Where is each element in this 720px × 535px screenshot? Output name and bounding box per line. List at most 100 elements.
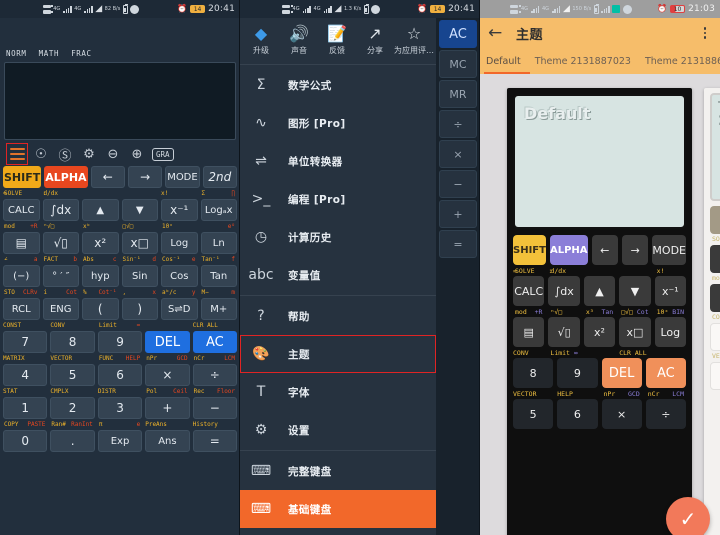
calc-key-[interactable]: √▯ [42,232,79,254]
drawer-item-计算历史[interactable]: ◷ 计算历史 [240,218,436,256]
angle-unit-badge[interactable]: GRA [152,147,174,161]
calc-key-[interactable]: − [192,397,238,419]
theme-card-next[interactable]: T2 SHISOLV CALmod ▤CO 8VEC 5 [704,88,720,535]
preview-key-log[interactable]: Log [654,317,687,347]
drawer-item-数学公式[interactable]: Σ 数学公式 [240,66,436,104]
side-key-[interactable]: × [439,140,477,168]
preview-key-x[interactable]: x² [583,317,616,347]
preview-key-del[interactable]: DEL [601,358,642,388]
side-key-[interactable]: + [439,200,477,228]
calc-key-[interactable]: (−) [3,265,40,287]
preview-next-key-[interactable]: ▤ [710,284,720,312]
calc-key-ac[interactable]: AC [192,331,238,353]
preview-key-8[interactable]: 8 [513,358,554,388]
calc-key-mode[interactable]: MODE [165,166,200,188]
quick-action-为应用评…[interactable]: ☆ 为应用评… [394,24,434,56]
drawer-item-编程 [Pro][interactable]: >_ 编程 [Pro] [240,180,436,218]
calc-key-exp[interactable]: Exp [97,430,143,452]
drawer-item-图形 [Pro][interactable]: ∿ 图形 [Pro] [240,104,436,142]
preview-key-ac[interactable]: AC [645,358,686,388]
calc-key-9[interactable]: 9 [97,331,143,353]
kebab-menu-icon[interactable] [698,27,712,39]
settings-gear-icon[interactable]: ⚙ [80,145,98,163]
calc-key-sd[interactable]: S⇌D [161,298,198,320]
calc-key-hyp[interactable]: hyp [82,265,119,287]
calc-key-[interactable]: = [192,430,238,452]
drawer-item-帮助[interactable]: ? 帮助 [240,297,436,335]
calc-key-logx[interactable]: Logₐx [200,199,237,221]
calc-key-log[interactable]: Log [161,232,198,254]
preview-next-key-8[interactable]: 8 [710,323,720,351]
quick-action-升级[interactable]: ◆ 升级 [242,24,280,56]
quick-action-分享[interactable]: ↗ 分享 [356,24,394,56]
calc-key-m[interactable]: M+ [200,298,237,320]
tab-theme-2131886956[interactable]: Theme 2131886956 [645,56,720,67]
drawer-item-设置[interactable]: ⚙ 设置 [240,411,436,449]
drawer-item-完整键盘[interactable]: ⌨ 完整键盘 [240,452,436,490]
theme-card-default[interactable]: Default SHIFT ALPHA ← → MODE = SOLVE: d/dx x! CAL… [507,88,692,535]
drawer-item-单位转换器[interactable]: ⇌ 单位转换器 [240,142,436,180]
zoom-in-icon[interactable]: ⊕ [128,145,146,163]
calc-key-dx[interactable]: ∫dx [42,199,79,221]
preview-key-[interactable]: ← [591,235,618,265]
calc-key-[interactable]: × [145,364,190,386]
quick-action-反馈[interactable]: 📝 反馈 [318,24,356,56]
hamburger-icon[interactable] [6,143,28,165]
confirm-fab-button[interactable]: ✓ [666,497,710,535]
drawer-item-字体[interactable]: T 字体 [240,373,436,411]
calc-key-alpha[interactable]: ALPHA [44,166,88,188]
side-key-mc[interactable]: MC [439,50,477,78]
calc-key-tan[interactable]: Tan [200,265,237,287]
calc-key-cos[interactable]: Cos [161,265,198,287]
calc-key-[interactable]: ▲ [82,199,119,221]
tab-theme-2131887023[interactable]: Theme 2131887023 [535,56,631,67]
calc-key-rcl[interactable]: RCL [3,298,40,320]
calc-key-[interactable]: → [127,166,163,188]
calc-key-[interactable]: . [50,430,95,452]
calc-key-del[interactable]: DEL [145,331,190,353]
preview-key-calc[interactable]: CALC [513,276,545,306]
calc-key-6[interactable]: 6 [97,364,143,386]
calc-key-[interactable]: ( [82,298,119,320]
preview-key-[interactable]: ▲ [583,276,616,306]
preview-key-alpha[interactable]: ALPHA [549,235,588,265]
calc-key-0[interactable]: 0 [3,430,48,452]
calc-key-2nd[interactable]: 2nd [202,166,237,188]
calc-key-sin[interactable]: Sin [121,265,158,287]
calc-key-x[interactable]: x² [82,232,119,254]
calc-key-5[interactable]: 5 [50,364,95,386]
calc-key-[interactable]: ° ′ ″ [42,265,79,287]
drawer-item-主题[interactable]: 🎨 主题 [240,335,436,373]
side-key-ac[interactable]: AC [439,20,477,48]
side-key-[interactable]: − [439,170,477,198]
tab-default[interactable]: Default [486,56,521,67]
calc-key-x[interactable]: x⁻¹ [161,199,198,221]
preview-key-5[interactable]: 5 [513,399,554,429]
back-arrow-icon[interactable]: ← [488,23,508,43]
calc-key-calc[interactable]: CALC [3,199,40,221]
calc-key-[interactable]: ÷ [192,364,238,386]
calc-key-shift[interactable]: SHIFT [3,166,42,188]
preview-key-[interactable]: √▯ [548,317,580,347]
preview-key-[interactable]: ▤ [513,317,545,347]
calc-key-[interactable]: ← [90,166,125,188]
calc-key-x[interactable]: x□ [121,232,158,254]
preview-key-shift[interactable]: SHIFT [513,235,546,265]
calculator-display[interactable] [4,62,236,140]
zoom-out-icon[interactable]: ⊖ [104,145,122,163]
calc-key-8[interactable]: 8 [50,331,95,353]
preview-key-6[interactable]: 6 [557,399,598,429]
sigma-icon[interactable]: Ⓢ [56,145,74,164]
preview-next-key-shi[interactable]: SHI [710,206,720,234]
calc-key-ln[interactable]: Ln [200,232,237,254]
preview-key-[interactable]: × [601,399,642,429]
preview-key-x[interactable]: x⁻¹ [654,276,687,306]
preview-key-x[interactable]: x□ [619,317,651,347]
calc-key-7[interactable]: 7 [3,331,48,353]
calc-key-4[interactable]: 4 [3,364,48,386]
calc-key-ans[interactable]: Ans [145,430,190,452]
drawer-item-变量值[interactable]: abc 变量值 [240,256,436,294]
calc-key-1[interactable]: 1 [3,397,48,419]
calc-key-[interactable]: ) [121,298,158,320]
calc-key-eng[interactable]: ENG [42,298,79,320]
